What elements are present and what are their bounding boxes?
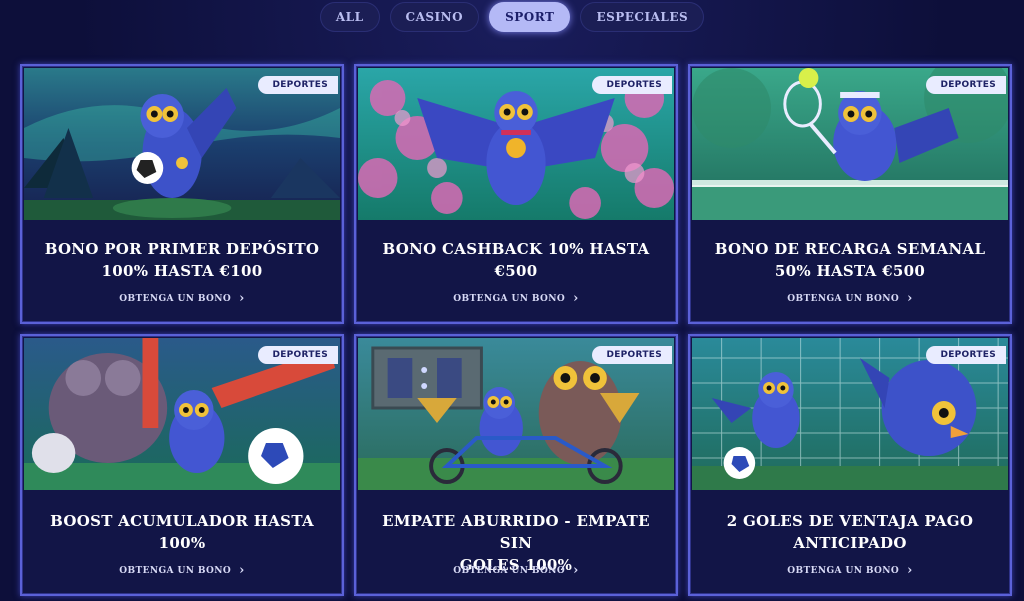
promo-title-line1: EMPATE ABURRIDO - EMPATE SIN	[382, 512, 650, 552]
get-bonus-link[interactable]: OBTENGA UN BONO ›	[22, 291, 342, 306]
get-bonus-label: OBTENGA UN BONO	[453, 294, 566, 304]
promo-title-line1: BONO DE RECARGA SEMANAL	[714, 240, 986, 258]
get-bonus-label: OBTENGA UN BONO	[787, 294, 900, 304]
promo-image: DEPORTES	[358, 338, 674, 490]
deportes-badge: DEPORTES	[926, 346, 1006, 364]
chevron-right-icon: ›	[573, 291, 579, 306]
get-bonus-link[interactable]: OBTENGA UN BONO ›	[690, 563, 1010, 578]
promo-title: BOOST ACUMULADOR HASTA 100%	[32, 510, 332, 554]
promo-title-line2: 100% HASTA €100	[101, 262, 263, 280]
get-bonus-link[interactable]: OBTENGA UN BONO ›	[22, 563, 342, 578]
promo-card-boring-draw[interactable]: DEPORTES EMPATE ABURRIDO - EMPATE SIN GO…	[354, 334, 678, 596]
promo-card-acca-boost[interactable]: DEPORTES BOOST ACUMULADOR HASTA 100% OBT…	[20, 334, 344, 596]
promotions-page: ALL CASINO SPORT ESPECIALES DEPORTES BON…	[0, 0, 1024, 601]
deportes-badge: DEPORTES	[258, 346, 338, 364]
get-bonus-link[interactable]: OBTENGA UN BONO ›	[356, 563, 676, 578]
chevron-right-icon: ›	[239, 291, 245, 306]
promo-image: DEPORTES	[692, 68, 1008, 220]
tab-casino[interactable]: CASINO	[389, 2, 480, 32]
category-tabs: ALL CASINO SPORT ESPECIALES	[0, 2, 1024, 36]
deportes-badge: DEPORTES	[258, 76, 338, 94]
chevron-right-icon: ›	[907, 291, 913, 306]
get-bonus-label: OBTENGA UN BONO	[453, 566, 566, 576]
tab-sport[interactable]: SPORT	[489, 2, 571, 32]
get-bonus-link[interactable]: OBTENGA UN BONO ›	[356, 291, 676, 306]
deportes-badge: DEPORTES	[592, 346, 672, 364]
deportes-badge: DEPORTES	[926, 76, 1006, 94]
promo-title-line2: 50% HASTA €500	[774, 262, 926, 280]
deportes-badge: DEPORTES	[592, 76, 672, 94]
promo-title-line1: BONO POR PRIMER DEPÓSITO	[44, 240, 320, 258]
promo-card-cashback[interactable]: DEPORTES BONO CASHBACK 10% HASTA €500 OB…	[354, 64, 678, 324]
get-bonus-label: OBTENGA UN BONO	[119, 294, 232, 304]
promo-image: DEPORTES	[358, 68, 674, 220]
chevron-right-icon: ›	[573, 563, 579, 578]
promo-image: DEPORTES	[692, 338, 1008, 490]
promo-grid: DEPORTES BONO POR PRIMER DEPÓSITO 100% H…	[20, 64, 1016, 596]
promo-title-line1: 2 GOLES DE VENTAJA PAGO	[726, 512, 974, 530]
promo-title: BONO POR PRIMER DEPÓSITO 100% HASTA €100	[32, 238, 332, 282]
promo-title: 2 GOLES DE VENTAJA PAGO ANTICIPADO	[700, 510, 1000, 554]
tab-especiales[interactable]: ESPECIALES	[580, 2, 705, 32]
get-bonus-link[interactable]: OBTENGA UN BONO ›	[690, 291, 1010, 306]
promo-image: DEPORTES	[24, 338, 340, 490]
tab-all[interactable]: ALL	[319, 2, 380, 32]
promo-title: BONO CASHBACK 10% HASTA €500	[366, 238, 666, 282]
promo-title: BONO DE RECARGA SEMANAL 50% HASTA €500	[700, 238, 1000, 282]
promo-card-first-deposit[interactable]: DEPORTES BONO POR PRIMER DEPÓSITO 100% H…	[20, 64, 344, 324]
promo-image: DEPORTES	[24, 68, 340, 220]
promo-card-weekly-reload[interactable]: DEPORTES BONO DE RECARGA SEMANAL 50% HAS…	[688, 64, 1012, 324]
promo-title-line2: 100%	[158, 534, 206, 552]
promo-title-line1: BONO CASHBACK 10% HASTA	[382, 240, 650, 258]
promo-card-two-goals-ahead[interactable]: DEPORTES 2 GOLES DE VENTAJA PAGO ANTICIP…	[688, 334, 1012, 596]
get-bonus-label: OBTENGA UN BONO	[119, 566, 232, 576]
chevron-right-icon: ›	[907, 563, 913, 578]
promo-title-line2: €500	[494, 262, 538, 280]
promo-title-line1: BOOST ACUMULADOR HASTA	[50, 512, 314, 530]
promo-title-line2: ANTICIPADO	[793, 534, 907, 552]
chevron-right-icon: ›	[239, 563, 245, 578]
get-bonus-label: OBTENGA UN BONO	[787, 566, 900, 576]
